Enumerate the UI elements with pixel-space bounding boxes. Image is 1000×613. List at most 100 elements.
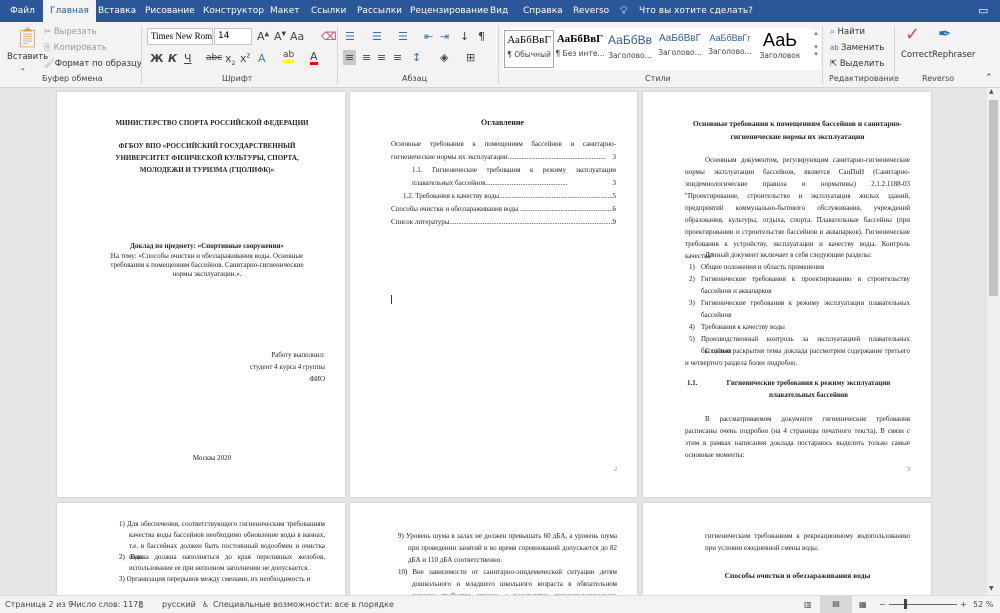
tab-insert[interactable]: Вставка	[98, 0, 136, 22]
align-center-icon[interactable]: ≡	[362, 52, 371, 63]
brush-icon: 🖌︎	[44, 59, 55, 69]
subscript-icon[interactable]: x2	[225, 53, 235, 67]
font-size-select[interactable]: 14	[214, 28, 252, 45]
tab-design[interactable]: Конструктор	[203, 0, 264, 22]
document-page-5[interactable]: 9) Уровень шума в залах не должен превыш…	[350, 503, 637, 595]
toc-entry[interactable]: Основные требования к помещениям бассейн…	[391, 138, 616, 164]
zoom-level[interactable]: 52 %	[973, 600, 993, 609]
align-left-icon[interactable]: ≡	[343, 50, 357, 65]
document-page-2[interactable]: Оглавление Основные требования к помещен…	[350, 92, 637, 497]
styles-scroll-icon[interactable]: ▴ ▾ ▾	[811, 30, 821, 70]
scroll-down-icon[interactable]: ▼	[989, 585, 994, 592]
page-count[interactable]: Страница 2 из 9	[5, 600, 73, 609]
rephraser-button[interactable]: Rephraser	[932, 50, 975, 60]
find-button[interactable]: ⌕ Найти	[830, 27, 865, 37]
copy-button[interactable]: ⎘ Копировать	[44, 43, 107, 53]
language[interactable]: русский	[162, 600, 196, 609]
rephraser-icon[interactable]: ✒	[938, 26, 951, 42]
grow-font-icon[interactable]: A▲	[257, 31, 269, 42]
document-page-1[interactable]: МИНИСТЕРСТВО СПОРТА РОССИЙСКОЙ ФЕДЕРАЦИИ…	[57, 92, 345, 497]
comments-icon[interactable]: ▭	[978, 0, 988, 22]
accessibility-status[interactable]: Специальные возможности: все в порядке	[213, 600, 394, 609]
underline-button[interactable]: Ч	[184, 53, 192, 64]
toc-title: Оглавление	[481, 118, 524, 127]
line-spacing-icon[interactable]: ↕	[412, 52, 421, 63]
tab-review[interactable]: Рецензирование	[410, 0, 488, 22]
highlight-color-icon[interactable]: ab	[283, 51, 295, 63]
tab-help[interactable]: Справка	[523, 0, 563, 22]
clear-formatting-icon[interactable]: ⌫	[321, 31, 337, 42]
style-heading-2[interactable]: АаБбВвГ Заголово...	[655, 30, 705, 68]
zoom-slider[interactable]	[889, 604, 957, 605]
bullets-icon[interactable]: ☰	[345, 31, 355, 42]
style-name: ¶ Обычный	[507, 50, 551, 59]
multilevel-list-icon[interactable]: ☰	[398, 31, 408, 42]
tab-mailings[interactable]: Рассылки	[357, 0, 402, 22]
tab-layout[interactable]: Макет	[270, 0, 300, 22]
italic-button[interactable]: К	[168, 53, 177, 64]
format-painter-button[interactable]: 🖌︎Формат по образцу	[44, 59, 142, 69]
tell-me-search[interactable]: Что вы хотите сделать?	[639, 0, 753, 22]
sort-icon[interactable]: ↓	[460, 31, 469, 42]
vertical-scrollbar[interactable]: ▲ ▼	[987, 88, 1000, 595]
toc-entry[interactable]: Способы очистки и обеззараживания воды .…	[391, 203, 616, 216]
scroll-up-icon[interactable]: ▲	[989, 88, 994, 95]
style-name: Заголово...	[608, 51, 652, 60]
correct-icon[interactable]: ✓	[905, 26, 920, 44]
style-title[interactable]: АаЬ Заголовок	[755, 30, 805, 68]
print-layout-icon[interactable]: ▤	[820, 596, 852, 613]
style-heading-3[interactable]: АаБбВвГг Заголово...	[705, 30, 755, 68]
ribbon: 📋︎ Вставить ⌄ ✂ Вырезать ⎘ Копировать 🖌︎…	[0, 22, 1000, 88]
font-name-select[interactable]: Times New Roman	[147, 28, 213, 45]
shrink-font-icon[interactable]: A▼	[274, 31, 286, 42]
toc-entry[interactable]: 1.1. Гигиенические требования к режиму э…	[412, 164, 616, 190]
word-count[interactable]: Число слов: 1178	[71, 600, 143, 609]
change-case-button[interactable]: Aa	[290, 31, 304, 42]
increase-indent-icon[interactable]: ⇥	[440, 31, 449, 42]
superscript-icon[interactable]: x2	[240, 53, 250, 64]
tab-file[interactable]: Файл	[10, 0, 35, 22]
proofing-icon[interactable]: ▯	[139, 600, 143, 609]
paste-dropdown-icon[interactable]: ⌄	[20, 64, 26, 72]
style-normal[interactable]: АаБбВвГ ¶ Обычный	[504, 30, 554, 68]
borders-icon[interactable]: ⊞	[466, 52, 475, 63]
text-effects-icon[interactable]: A	[258, 53, 266, 64]
tab-draw[interactable]: Рисование	[145, 0, 195, 22]
toc-entry[interactable]: Список литературы.......................…	[391, 216, 616, 229]
zoom-in-button[interactable]: +	[960, 600, 967, 609]
tab-references[interactable]: Ссылки	[311, 0, 346, 22]
style-heading-1[interactable]: АаБбВв Заголово...	[605, 30, 655, 68]
font-color-icon[interactable]: A	[310, 51, 318, 65]
zoom-slider-thumb[interactable]	[903, 599, 907, 609]
numbering-icon[interactable]: ☰	[372, 31, 382, 42]
fio-line: ФИО	[309, 375, 325, 383]
collapse-ribbon-icon[interactable]: ⌃	[985, 74, 993, 83]
align-right-icon[interactable]: ≡	[377, 52, 386, 63]
web-layout-icon[interactable]: ▦	[859, 600, 867, 609]
tab-view[interactable]: Вид	[490, 0, 508, 22]
group-label-styles: Стили	[645, 74, 671, 83]
list-item-text: Гигиенические требования к проектировани…	[701, 275, 910, 295]
document-page-4[interactable]: 1) Для обеспечения, соответствующего гиг…	[57, 503, 345, 595]
correct-button[interactable]: Correct	[901, 50, 932, 60]
select-button[interactable]: ⇱ Выделить	[830, 59, 884, 69]
zoom-out-button[interactable]: −	[879, 600, 886, 609]
style-no-spacing[interactable]: АаБбВвГ ¶ Без инте...	[555, 30, 605, 68]
paste-button[interactable]: Вставить	[7, 52, 48, 62]
replace-button[interactable]: ab Заменить	[830, 43, 884, 53]
read-mode-icon[interactable]: ▥	[804, 600, 812, 609]
scrollbar-thumb[interactable]	[989, 100, 998, 296]
show-formatting-icon[interactable]: ¶	[478, 31, 485, 42]
tab-home[interactable]: Главная	[43, 0, 96, 22]
tab-reverso[interactable]: Reverso	[573, 0, 609, 22]
shading-icon[interactable]: ◈	[440, 52, 448, 63]
strikethrough-icon[interactable]: abc	[206, 54, 222, 63]
toc-entry[interactable]: 1.2. Требования к качеству воды.........…	[403, 190, 616, 203]
document-page-6[interactable]: гигиеническим требованиям к рекреационно…	[643, 503, 931, 595]
paste-icon[interactable]: 📋︎	[15, 27, 40, 47]
bold-button[interactable]: Ж	[150, 53, 163, 64]
justify-icon[interactable]: ≡	[393, 52, 402, 63]
cut-button[interactable]: ✂ Вырезать	[44, 27, 97, 37]
document-page-3[interactable]: Основные требования к помещениям бассейн…	[643, 92, 931, 497]
decrease-indent-icon[interactable]: ⇤	[424, 31, 433, 42]
